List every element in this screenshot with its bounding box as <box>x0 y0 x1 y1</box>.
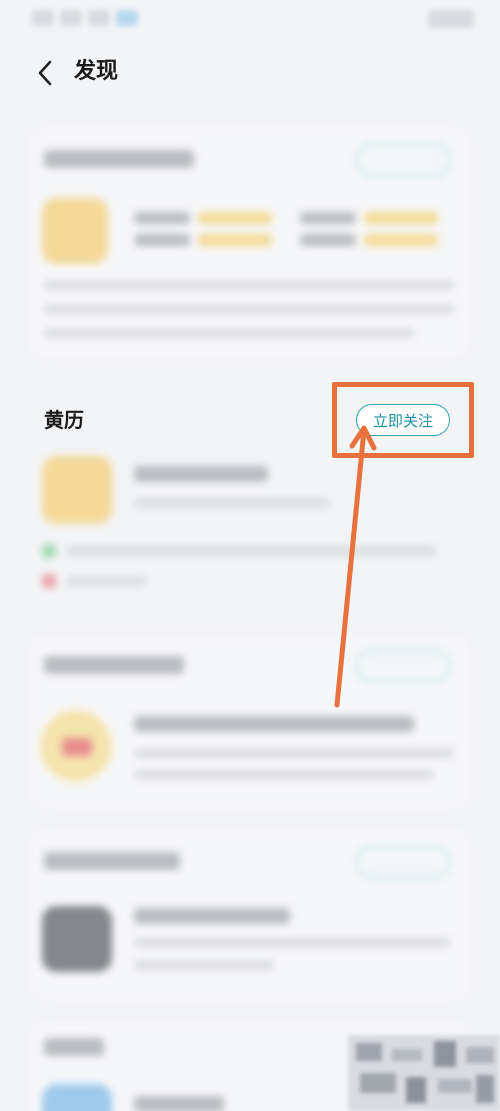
discover-card-4[interactable] <box>30 830 470 1000</box>
app-icon <box>42 1084 112 1111</box>
back-button[interactable] <box>30 58 60 88</box>
card-title-placeholder <box>44 150 194 168</box>
huangli-app-icon <box>42 456 112 524</box>
rating-bar <box>198 234 272 246</box>
card-title-placeholder <box>44 1038 104 1056</box>
status-bar-indicators <box>32 10 138 26</box>
text-placeholder <box>300 234 356 246</box>
chevron-left-icon <box>38 60 52 86</box>
text-placeholder <box>134 1096 224 1111</box>
follow-now-button[interactable]: 立即关注 <box>356 404 450 436</box>
app-icon <box>42 198 108 264</box>
status-dot <box>42 544 56 558</box>
notification-icon <box>116 10 138 26</box>
text-placeholder <box>134 716 414 732</box>
text-placeholder <box>66 576 146 586</box>
follow-button[interactable] <box>356 650 450 682</box>
wifi-icon <box>88 10 110 26</box>
red-cross-icon <box>62 738 92 756</box>
card-title-placeholder <box>44 656 184 674</box>
description-line <box>44 328 414 338</box>
text-placeholder <box>300 212 356 224</box>
rating-bar <box>198 212 272 224</box>
discover-card-1[interactable] <box>30 128 470 358</box>
text-placeholder <box>134 770 434 780</box>
follow-button[interactable] <box>356 144 450 176</box>
header: 发现 <box>0 48 500 100</box>
text-placeholder <box>134 748 454 758</box>
app-icon <box>42 906 112 972</box>
battery-icon <box>428 10 474 28</box>
text-placeholder <box>134 498 330 508</box>
discover-card-3[interactable] <box>30 636 470 808</box>
text-placeholder <box>134 908 290 924</box>
signal-icon <box>32 10 54 26</box>
follow-button[interactable] <box>356 846 450 878</box>
text-placeholder <box>66 546 436 556</box>
huangli-title: 黄历 <box>44 408 84 432</box>
card-title-placeholder <box>44 852 180 870</box>
status-dot <box>42 574 56 588</box>
rating-bar <box>364 212 438 224</box>
status-bar <box>0 0 500 40</box>
network-icon <box>60 10 82 26</box>
description-line <box>44 280 454 290</box>
text-placeholder <box>134 212 190 224</box>
text-placeholder <box>134 960 274 970</box>
page-title: 发现 <box>74 59 119 84</box>
rating-bar <box>364 234 438 246</box>
watermark <box>348 1035 500 1111</box>
text-placeholder <box>134 466 268 482</box>
text-placeholder <box>134 938 450 948</box>
text-placeholder <box>134 234 190 246</box>
description-line <box>44 304 454 314</box>
